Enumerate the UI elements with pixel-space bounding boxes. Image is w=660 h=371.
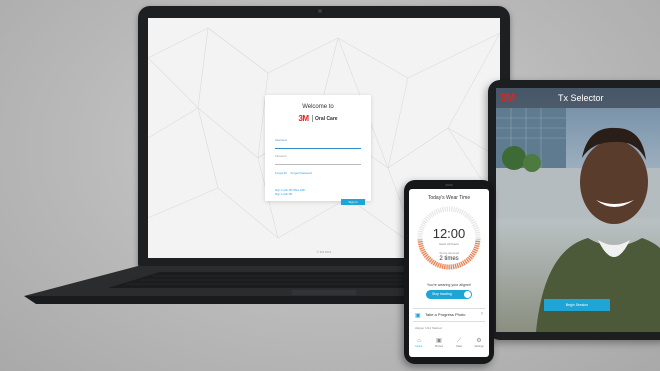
- username-label: Username: [275, 139, 287, 142]
- laptop-camera: [318, 9, 322, 13]
- bottom-nav: ⌂ Home ▣ Photos ⟋ Stats ⚙ Settings: [409, 337, 489, 355]
- nav-settings-label: Settings: [474, 345, 484, 348]
- wear-time-value: 12:00: [432, 226, 466, 241]
- alt-signin-link-2[interactable]: Sign in with 3M: [275, 193, 305, 197]
- nav-home[interactable]: ⌂ Home: [411, 337, 427, 355]
- forgot-password-link[interactable]: Forgot Password: [291, 171, 312, 175]
- password-field[interactable]: Password: [275, 155, 361, 165]
- phone-speaker: [445, 184, 453, 186]
- brand-row: 3M Oral Care: [265, 114, 371, 123]
- device-scene: Welcome to 3M Oral Care Username Passwor…: [0, 0, 660, 371]
- tablet-screen: 3M Tx Selector Begin Session: [496, 88, 660, 332]
- 3m-logo: 3M: [500, 92, 516, 104]
- tablet-title: Tx Selector: [558, 93, 604, 103]
- home-icon: ⌂: [417, 338, 421, 344]
- camera-icon: ▣: [415, 313, 421, 319]
- nav-stats[interactable]: ⟋ Stats: [451, 337, 467, 355]
- tree: [502, 146, 526, 170]
- tracking-toggle-label: Stop tracking: [432, 292, 452, 296]
- password-underline: [275, 164, 361, 165]
- tablet-photo: [496, 108, 660, 332]
- tree: [523, 154, 541, 172]
- alt-signin-links: Sign in with 3M Office ASB Sign in with …: [275, 189, 305, 197]
- tablet: 3M Tx Selector Begin Session: [488, 80, 660, 340]
- person-face: [580, 140, 648, 224]
- nav-photos[interactable]: ▣ Photos: [431, 337, 447, 355]
- chevron-right-icon: ›: [481, 311, 483, 317]
- phone: Today's Wear Time 12:00 Goal: 22 hours Y…: [404, 180, 494, 364]
- nav-stats-label: Stats: [456, 345, 462, 348]
- brand-divider: [311, 115, 313, 122]
- person-jacket: [536, 238, 660, 332]
- tablet-header: 3M Tx Selector: [496, 88, 660, 108]
- wear-goal: Goal: 22 hours: [439, 242, 459, 246]
- login-card: Welcome to 3M Oral Care Username Passwor…: [265, 95, 371, 205]
- sign-in-button[interactable]: Sign in: [341, 199, 365, 205]
- password-label: Password: [275, 155, 287, 158]
- wear-time-title: Today's Wear Time: [427, 195, 471, 201]
- removed-count: 2 times: [439, 256, 459, 262]
- brand-name: Oral Care: [315, 115, 338, 122]
- username-underline: [275, 148, 361, 149]
- 3m-logo: 3M: [298, 114, 309, 123]
- username-field[interactable]: Username: [275, 139, 361, 149]
- welcome-heading: Welcome to: [302, 104, 334, 110]
- toggle-knob: [464, 291, 471, 298]
- settings-icon: ⚙: [476, 338, 482, 344]
- trackpad: [292, 290, 356, 295]
- nav-settings[interactable]: ⚙ Settings: [471, 337, 487, 355]
- aligner-status: Aligner 1/14 Started: [415, 326, 442, 330]
- nav-photos-label: Photos: [434, 345, 444, 348]
- photos-icon: ▣: [436, 338, 442, 344]
- wearing-status: You're wearing your aligner!: [426, 283, 472, 287]
- tracking-toggle[interactable]: Stop tracking: [426, 290, 472, 299]
- progress-photo-label: Take a Progress Photo: [425, 312, 466, 317]
- begin-session-button[interactable]: Begin Session: [544, 299, 610, 311]
- forgot-links: Forgot ID Forgot Password: [275, 171, 312, 175]
- nav-home-label: Home: [415, 345, 423, 348]
- phone-screen: Today's Wear Time 12:00 Goal: 22 hours Y…: [409, 189, 489, 357]
- stats-icon: ⟋: [456, 338, 462, 344]
- progress-photo-row[interactable]: ▣ Take a Progress Photo ›: [413, 308, 485, 322]
- forgot-id-link[interactable]: Forgot ID: [275, 171, 287, 175]
- removed-label: You've removed: [439, 251, 459, 255]
